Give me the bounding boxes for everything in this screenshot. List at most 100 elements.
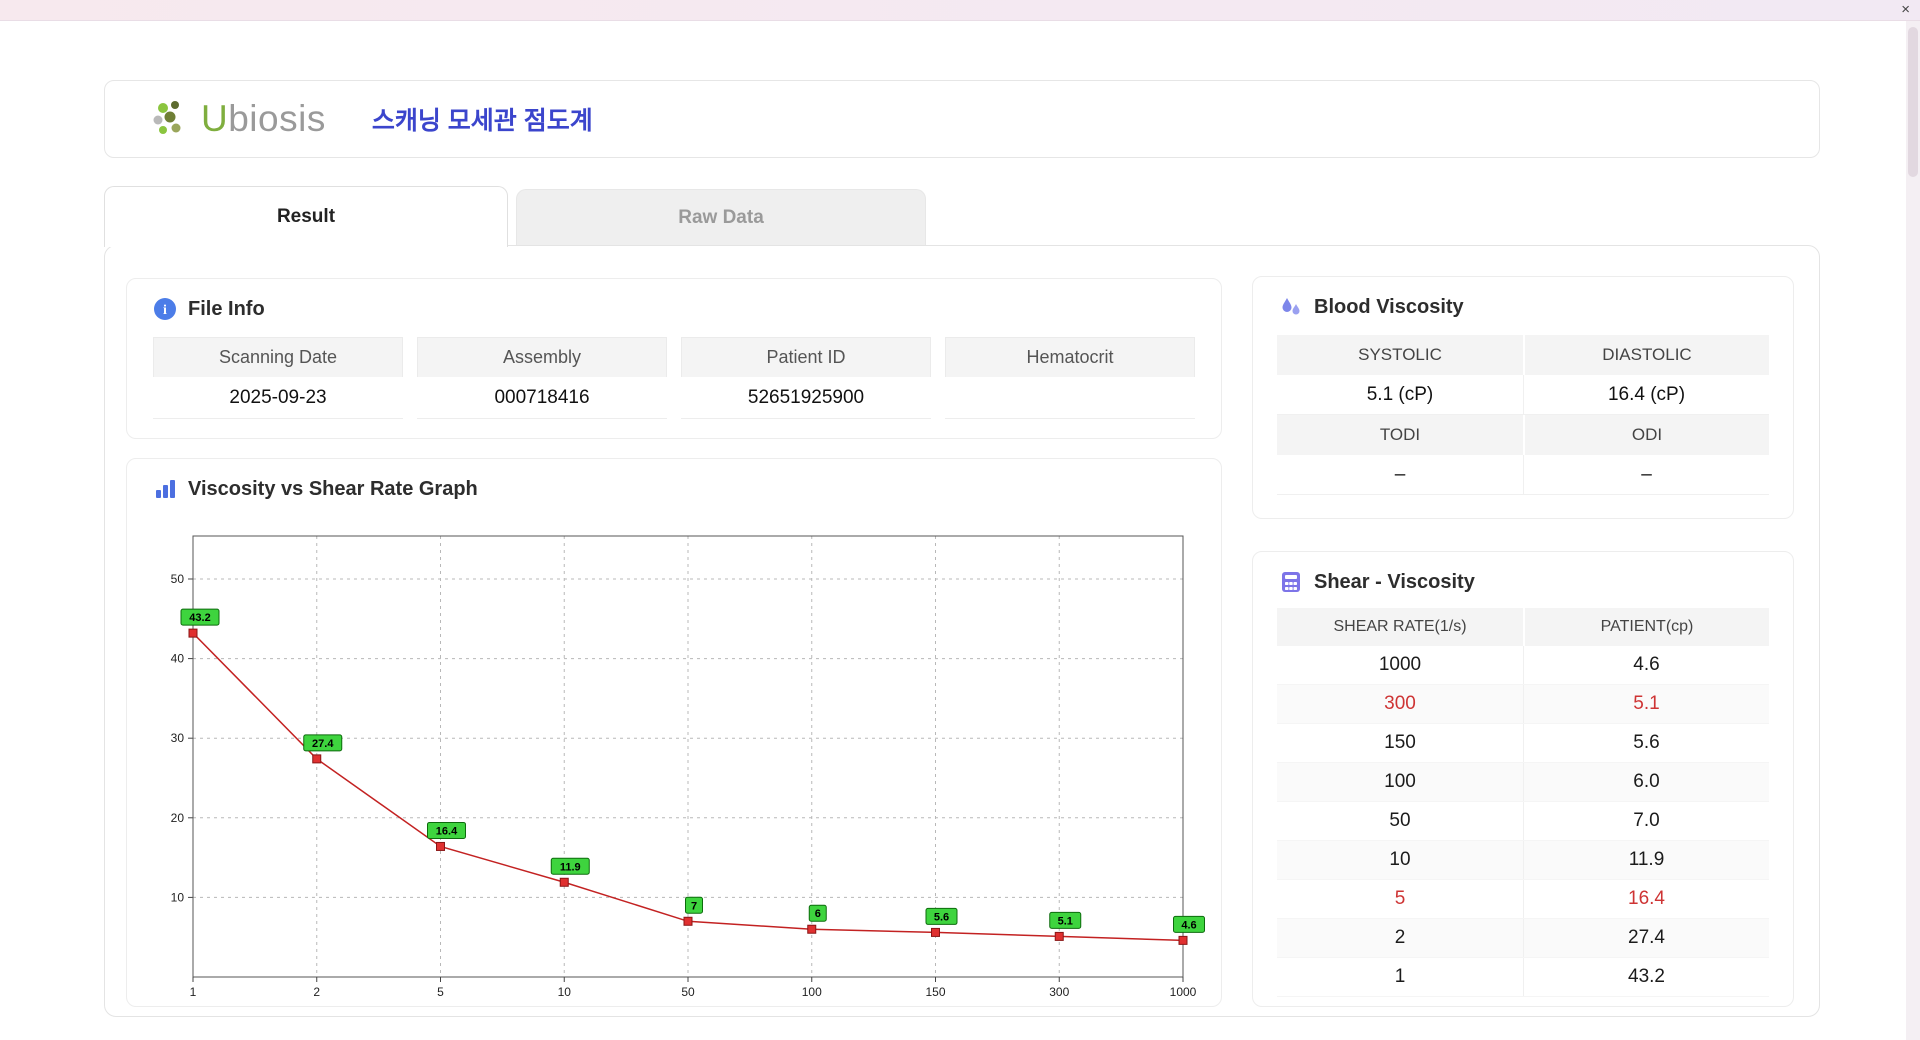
systolic-value: 5.1 (cP) — [1277, 375, 1523, 415]
bv-value-row: 5.1 (cP) 16.4 (cP) — [1277, 375, 1769, 415]
shear-table-row: 2 27.4 — [1277, 919, 1769, 958]
bar-chart-icon — [153, 477, 177, 501]
shear-table-row: 300 5.1 — [1277, 685, 1769, 724]
shear-viscosity-title: Shear - Viscosity — [1314, 570, 1475, 593]
svg-text:10: 10 — [171, 890, 185, 904]
diastolic-value: 16.4 (cP) — [1523, 375, 1769, 415]
svg-text:2: 2 — [313, 985, 320, 999]
todi-label: TODI — [1277, 415, 1523, 455]
odi-value: – — [1523, 455, 1769, 495]
patient-column-header: PATIENT(cp) — [1523, 608, 1769, 646]
svg-text:11.9: 11.9 — [560, 861, 581, 873]
patient-viscosity-cell: 5.1 — [1523, 685, 1769, 723]
svg-text:20: 20 — [171, 811, 185, 825]
shear-rate-cell: 100 — [1384, 771, 1416, 792]
shear-rate-cell: 50 — [1389, 810, 1411, 831]
ubiosis-logo: Ubiosis — [151, 98, 326, 140]
page-title: 스캐닝 모세관 점도계 — [371, 107, 593, 135]
odi-label: ODI — [1523, 415, 1769, 455]
svg-text:300: 300 — [1049, 985, 1069, 999]
blood-viscosity-header: Blood Viscosity — [1253, 277, 1793, 319]
field-label: Hematocrit — [945, 337, 1195, 377]
patient-viscosity-cell: 16.4 — [1523, 880, 1769, 918]
bv-value-row: – – — [1277, 455, 1769, 495]
svg-text:50: 50 — [171, 572, 185, 586]
info-icon: i — [153, 297, 177, 321]
field-value: 2025-09-23 — [153, 377, 403, 419]
patient-viscosity-cell: 5.6 — [1523, 724, 1769, 762]
systolic-label: SYSTOLIC — [1277, 335, 1523, 375]
shear-viscosity-header: Shear - Viscosity — [1253, 552, 1793, 594]
svg-text:27.4: 27.4 — [312, 738, 334, 750]
file-info-header: i File Info — [127, 279, 1221, 321]
file-info-fields: Scanning Date 2025-09-23 Assembly 000718… — [127, 337, 1221, 419]
shear-table-row: 10 11.9 — [1277, 841, 1769, 880]
shear-viscosity-panel: Shear - Viscosity SHEAR RATE(1/s) PATIEN… — [1252, 551, 1794, 1007]
patient-viscosity-cell: 11.9 — [1523, 841, 1769, 879]
diastolic-label: DIASTOLIC — [1523, 335, 1769, 375]
field-value: 52651925900 — [681, 377, 931, 419]
shear-table-body: 1000 4.6 300 5.1 150 5.6 100 6.0 50 7.0 10 11.9 5 16.… — [1277, 646, 1769, 997]
window-close-button[interactable]: × — [1901, 2, 1910, 18]
todi-value: – — [1277, 455, 1523, 495]
scrollbar[interactable] — [1906, 21, 1920, 1040]
svg-text:150: 150 — [925, 985, 945, 999]
patient-viscosity-cell: 43.2 — [1523, 958, 1769, 996]
field-hematocrit: Hematocrit — [945, 337, 1195, 419]
shear-rate-column-header: SHEAR RATE(1/s) — [1277, 608, 1523, 646]
shear-table-row: 1 43.2 — [1277, 958, 1769, 997]
svg-text:43.2: 43.2 — [189, 612, 210, 624]
patient-viscosity-cell: 27.4 — [1523, 919, 1769, 957]
bv-header-row: TODI ODI — [1277, 415, 1769, 455]
shear-rate-cell: 1 — [1394, 966, 1406, 987]
scrollbar-thumb[interactable] — [1908, 27, 1918, 177]
patient-viscosity-cell: 7.0 — [1523, 802, 1769, 840]
tab-result[interactable]: Result — [104, 186, 508, 247]
file-info-panel: i File Info Scanning Date 2025-09-23 Ass… — [126, 278, 1222, 439]
shear-table-row: 100 6.0 — [1277, 763, 1769, 802]
shear-table-row: 150 5.6 — [1277, 724, 1769, 763]
shear-table-header: SHEAR RATE(1/s) PATIENT(cp) — [1277, 608, 1769, 646]
svg-text:40: 40 — [171, 652, 185, 666]
graph-header: Viscosity vs Shear Rate Graph — [127, 459, 1221, 501]
window-titlebar: × — [0, 0, 1920, 21]
field-value — [945, 377, 1195, 419]
shear-rate-cell: 1000 — [1378, 654, 1422, 675]
shear-rate-cell: 2 — [1394, 927, 1406, 948]
patient-viscosity-cell: 4.6 — [1523, 646, 1769, 684]
blood-viscosity-table: SYSTOLIC DIASTOLIC 5.1 (cP) 16.4 (cP) TO… — [1277, 335, 1769, 495]
field-label: Scanning Date — [153, 337, 403, 377]
svg-text:1: 1 — [190, 985, 197, 999]
shear-table-row: 5 16.4 — [1277, 880, 1769, 919]
svg-text:30: 30 — [171, 731, 185, 745]
shear-rate-cell: 10 — [1389, 849, 1411, 870]
field-label: Patient ID — [681, 337, 931, 377]
svg-text:10: 10 — [558, 985, 572, 999]
file-info-title: File Info — [188, 297, 265, 320]
field-value: 000718416 — [417, 377, 667, 419]
ubiosis-logo-icon — [151, 98, 193, 140]
field-scanning-date: Scanning Date 2025-09-23 — [153, 337, 403, 419]
shear-rate-cell: 300 — [1384, 693, 1416, 714]
svg-text:4.6: 4.6 — [1181, 919, 1196, 931]
app-header: Ubiosis 스캐닝 모세관 점도계 — [104, 80, 1820, 158]
field-label: Assembly — [417, 337, 667, 377]
svg-text:50: 50 — [681, 985, 695, 999]
svg-text:5.6: 5.6 — [934, 911, 949, 923]
svg-text:7: 7 — [691, 900, 697, 912]
svg-text:100: 100 — [802, 985, 822, 999]
svg-text:16.4: 16.4 — [436, 825, 458, 837]
shear-table-row: 1000 4.6 — [1277, 646, 1769, 685]
blood-viscosity-panel: Blood Viscosity SYSTOLIC DIASTOLIC 5.1 (… — [1252, 276, 1794, 519]
svg-text:1000: 1000 — [1170, 985, 1197, 999]
viscosity-chart: 10 20 30 40 50 1 2 5 10 50 100 150 300 1000 43.2 27.4 16… — [171, 535, 1205, 999]
app-window: × Ubiosis 스캐닝 모세관 점도계 Result Raw Data i … — [0, 0, 1920, 1040]
calculator-icon — [1279, 570, 1303, 594]
shear-viscosity-table: SHEAR RATE(1/s) PATIENT(cp) 1000 4.6 300 5.… — [1277, 608, 1769, 997]
graph-title: Viscosity vs Shear Rate Graph — [188, 477, 478, 500]
logo-text: Ubiosis — [201, 98, 326, 139]
droplets-icon — [1279, 295, 1303, 319]
svg-text:6: 6 — [815, 908, 821, 920]
svg-text:5.1: 5.1 — [1058, 915, 1073, 927]
tab-raw-data[interactable]: Raw Data — [516, 189, 926, 246]
